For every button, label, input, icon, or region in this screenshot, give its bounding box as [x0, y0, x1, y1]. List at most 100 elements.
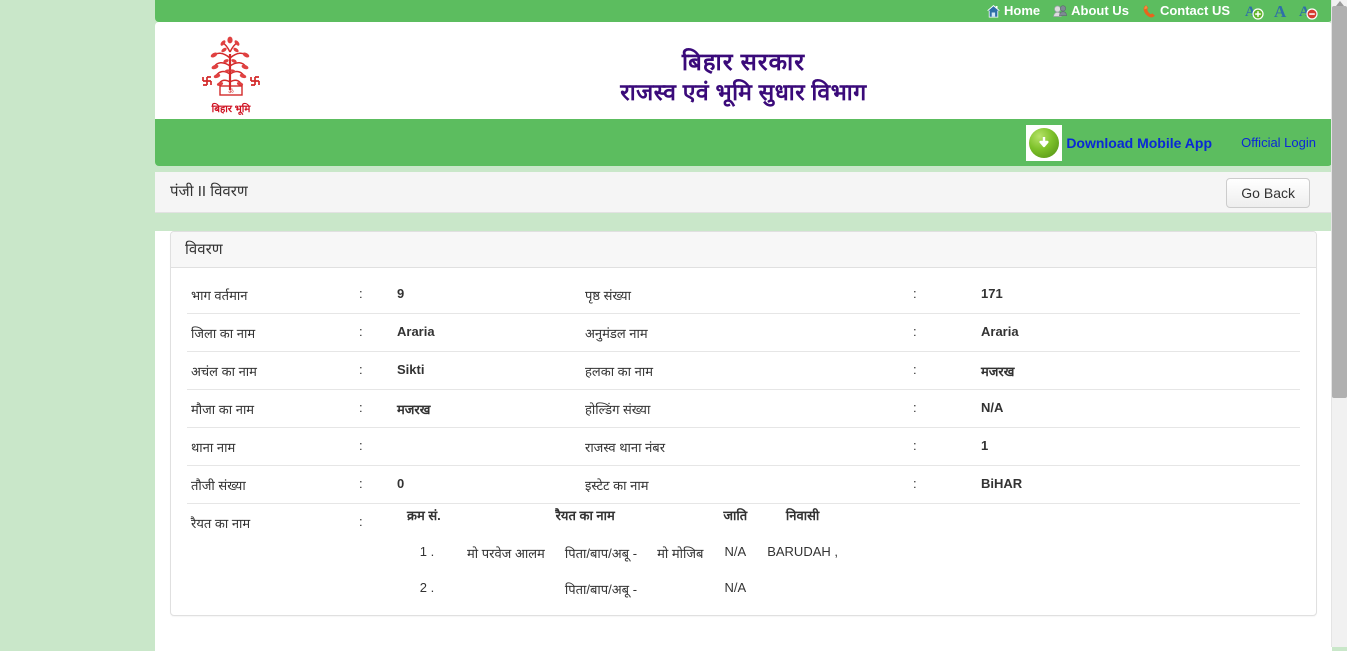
nav-link-about-us[interactable]: About Us [1052, 0, 1129, 22]
raiyat-residence: BARUDAH , [767, 544, 838, 559]
raiyat-colon: : [359, 514, 363, 529]
row-value: Araria [393, 313, 581, 352]
row-colon: : [355, 465, 393, 504]
raiyat-row: 2 . पिता/बाप/अबू - N/A [397, 574, 848, 610]
row-colon: : [355, 313, 393, 352]
table-row: अचंल का नाम : Sikti हलका का नाम : मजरख [187, 351, 1300, 390]
row-label: अचंल का नाम [187, 351, 355, 390]
users-icon [1052, 3, 1069, 20]
download-mobile-app[interactable]: Download Mobile App [1026, 119, 1212, 166]
table-row: मौजा का नाम : मजरख होल्डिंग संख्या : N/A [187, 389, 1300, 428]
row-colon-2: : [909, 276, 977, 314]
row-colon: : [355, 351, 393, 390]
row-colon-2: : [909, 351, 977, 390]
download-icon [1026, 124, 1063, 161]
nav-link-about-us-label: About Us [1071, 3, 1129, 18]
font-decrease-icon[interactable]: A [1298, 1, 1318, 21]
raiyat-table-cell: क्रम सं. रैयत का नाम जाति निवासी 1 . मो … [393, 504, 1300, 616]
raiyat-col-res: निवासी [785, 508, 820, 523]
green-nav-strip: Download Mobile App Official Login [155, 119, 1332, 166]
table-row: तौजी संख्या : 0 इस्टेट का नाम : BiHAR [187, 465, 1300, 504]
official-login[interactable]: Official Login [1241, 119, 1316, 166]
nav-link-home-label: Home [1004, 3, 1041, 18]
row-value: मजरख [393, 389, 581, 428]
breadcrumb-bar: पंजी II विवरण Go Back [155, 172, 1332, 213]
font-size-controls: A A A [1244, 1, 1318, 21]
raiyat-col-name: रैयत का नाम [555, 508, 615, 523]
official-login-label[interactable]: Official Login [1241, 135, 1316, 150]
detail-table: भाग वर्तमान : 9 पृष्ठ संख्या : 171 जिला … [187, 276, 1300, 616]
raiyat-relation: पिता/बाप/अबू - [564, 546, 638, 561]
row-value-2: मजरख [977, 351, 1300, 390]
table-row-raiyat: रैयत का नाम : क्रम सं. रैयत का नाम जाति [187, 504, 1300, 616]
font-increase-icon[interactable]: A [1244, 1, 1264, 21]
row-label-2: पृष्ठ संख्या [581, 276, 909, 314]
row-value: 0 [393, 465, 581, 504]
main-content: विवरण भाग वर्तमान : 9 पृष्ठ संख्या : 171 [155, 231, 1332, 651]
raiyat-header-row: क्रम सं. रैयत का नाम जाति निवासी [397, 506, 848, 538]
nav-link-contact-us-label: Contact US [1159, 3, 1230, 18]
row-value-2: Araria [977, 313, 1300, 352]
row-colon-2: : [909, 465, 977, 504]
page-container: Home About Us Contact US A A A ॐ बिहार भ… [155, 0, 1332, 651]
row-label: थाना नाम [187, 427, 355, 466]
raiyat-label: रैयत का नाम [191, 516, 251, 531]
row-label-2: हलका का नाम [581, 351, 909, 390]
vertical-scrollbar[interactable] [1331, 0, 1347, 647]
raiyat-sr: 2 . [419, 580, 435, 595]
row-colon-2: : [909, 389, 977, 428]
nav-link-contact-us[interactable]: Contact US [1141, 0, 1230, 22]
raiyat-residence [757, 574, 848, 610]
raiyat-caste: N/A [724, 544, 747, 559]
row-value-2: N/A [977, 389, 1300, 428]
row-colon-2: : [909, 427, 977, 466]
top-navigation: Home About Us Contact US A A A [985, 0, 1318, 22]
table-row: भाग वर्तमान : 9 पृष्ठ संख्या : 171 [187, 276, 1300, 314]
raiyat-relation: पिता/बाप/अबू - [564, 582, 638, 597]
nav-link-home[interactable]: Home [985, 0, 1040, 22]
row-label-2: अनुमंडल नाम [581, 313, 909, 352]
scrollbar-thumb[interactable] [1332, 6, 1347, 398]
raiyat-col-caste: जाति [723, 508, 748, 523]
site-header: ॐ बिहार भूमि बिहार सरकार राजस्व एवं भूमि… [155, 22, 1332, 119]
table-row: जिला का नाम : Araria अनुमंडल नाम : Arari… [187, 313, 1300, 352]
row-label-2: इस्टेट का नाम [581, 465, 909, 504]
row-label-2: होल्डिंग संख्या [581, 389, 909, 428]
download-mobile-app-label[interactable]: Download Mobile App [1066, 135, 1212, 151]
row-value-2: 1 [977, 427, 1300, 466]
row-value-2: 171 [977, 276, 1300, 314]
top-utility-bar: Home About Us Contact US A A A [155, 0, 1332, 22]
raiyat-sr: 1 . [419, 544, 435, 559]
row-label-2: राजस्व थाना नंबर [581, 427, 909, 466]
row-colon-2: : [909, 313, 977, 352]
raiyat-caste: N/A [724, 580, 747, 595]
home-icon [985, 3, 1002, 20]
raiyat-name [457, 574, 555, 610]
row-value [393, 427, 581, 466]
detail-panel: विवरण भाग वर्तमान : 9 पृष्ठ संख्या : 171 [170, 231, 1317, 616]
raiyat-row: 1 . मो परवेज आलम पिता/बाप/अबू - मो मोजिब… [397, 538, 848, 574]
breadcrumb: पंजी II विवरण [170, 183, 248, 200]
go-back-button[interactable]: Go Back [1226, 178, 1310, 208]
raiyat-father: मो मोजिब [657, 546, 704, 561]
raiyat-table: क्रम सं. रैयत का नाम जाति निवासी 1 . मो … [397, 506, 848, 610]
font-normal-icon[interactable]: A [1271, 1, 1291, 21]
phone-icon [1141, 3, 1158, 20]
detail-panel-heading: विवरण [171, 232, 1316, 268]
row-colon: : [355, 389, 393, 428]
raiyat-father [647, 574, 713, 610]
row-value: Sikti [393, 351, 581, 390]
raiyat-col-sr: क्रम सं. [407, 508, 441, 523]
site-title-block: बिहार सरकार राजस्व एवं भूमि सुधार विभाग [155, 48, 1332, 108]
row-label: भाग वर्तमान [187, 276, 355, 314]
svg-text:A: A [1274, 2, 1287, 21]
site-title-line-1: बिहार सरकार [681, 50, 806, 76]
row-colon: : [355, 427, 393, 466]
row-label: तौजी संख्या [187, 465, 355, 504]
detail-panel-body: भाग वर्तमान : 9 पृष्ठ संख्या : 171 जिला … [171, 268, 1316, 616]
row-value: 9 [393, 276, 581, 314]
row-label: जिला का नाम [187, 313, 355, 352]
row-value-2: BiHAR [977, 465, 1300, 504]
row-label: मौजा का नाम [187, 389, 355, 428]
row-colon: : [355, 276, 393, 314]
